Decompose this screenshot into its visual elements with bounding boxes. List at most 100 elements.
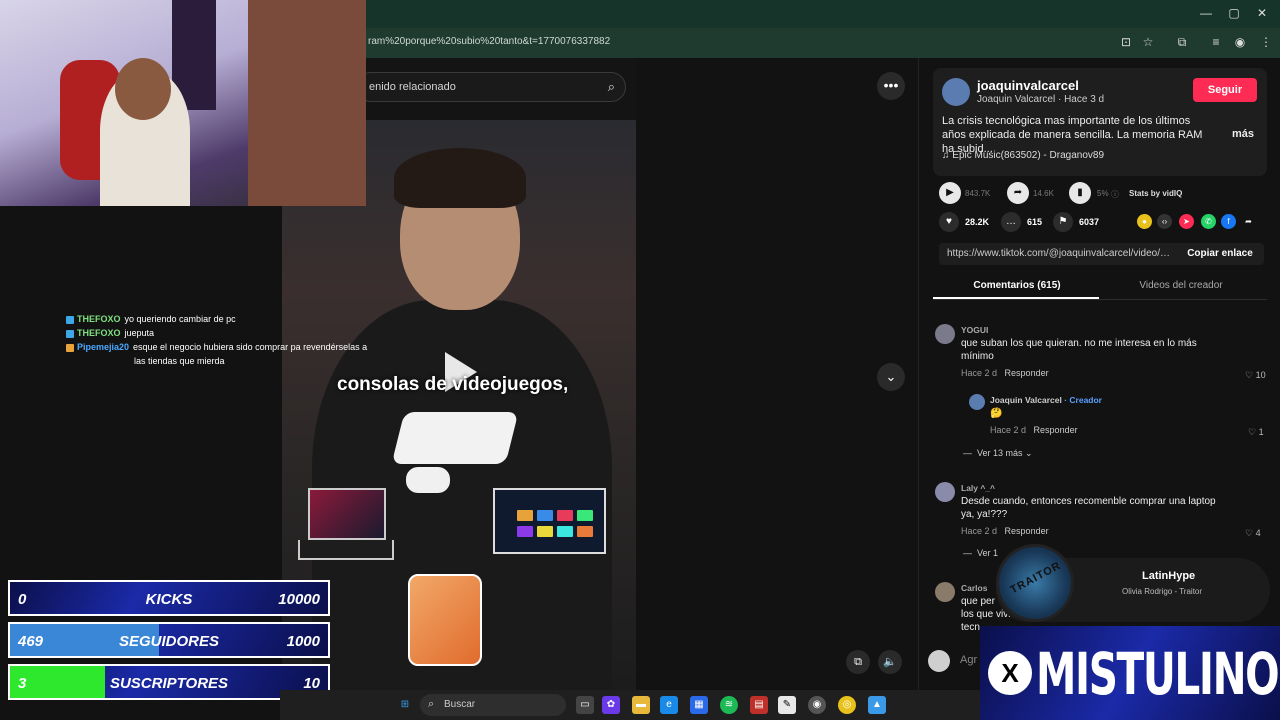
comment-bubble-icon[interactable]: … xyxy=(1001,212,1021,232)
view-more-replies[interactable]: — Ver 1 xyxy=(963,548,998,558)
comment-like-count: 10 xyxy=(1255,370,1266,380)
commenter-avatar[interactable] xyxy=(935,582,955,602)
spotify-icon[interactable]: ≋ xyxy=(720,696,738,714)
heart-outline-icon[interactable]: ♡ xyxy=(1245,370,1256,380)
widgets-icon[interactable]: ✿ xyxy=(602,696,620,714)
taskbar-search-label[interactable]: Buscar xyxy=(444,699,475,710)
tv-tile xyxy=(537,510,553,521)
laptop-image xyxy=(308,488,386,540)
minimize-icon[interactable]: — xyxy=(1196,6,1216,20)
comment-meta: Hace 2 d Responder xyxy=(961,367,1231,380)
copy-link-button[interactable]: Copiar enlace xyxy=(1176,243,1264,265)
console-image xyxy=(391,412,519,464)
commenter-avatar[interactable] xyxy=(935,482,955,502)
maximize-icon[interactable]: ▢ xyxy=(1224,6,1244,20)
share-link-box[interactable]: https://www.tiktok.com/@joaquinvalcarcel… xyxy=(939,243,1264,265)
heart-outline-icon[interactable]: ♡ xyxy=(1248,427,1259,437)
extensions-icon[interactable]: ⧉ xyxy=(1174,35,1190,50)
notepad-icon[interactable]: ✎ xyxy=(778,696,796,714)
vidiq-stats: ▶ 843.7K ➦ 14.6K ▮ 5% ⓘ Stats by vidIQ xyxy=(937,182,1267,206)
url-text[interactable]: ram%20porque%20subio%20tanto&t=177007633… xyxy=(368,36,610,47)
goal-bars: 0 KICKS 10000 469 SEGUIDORES 1000 3 SUSC… xyxy=(8,580,330,706)
facebook-icon[interactable]: f xyxy=(1221,214,1236,229)
taskbar-search[interactable]: ⌕ Buscar xyxy=(420,694,566,716)
tv-tile xyxy=(577,526,593,537)
obs-icon[interactable]: ◉ xyxy=(808,696,826,714)
view-more-replies[interactable]: — Ver 13 más ⌄ xyxy=(963,448,1033,459)
reply-button[interactable]: Responder xyxy=(1005,526,1049,536)
chat-message: THEFOXO jueputa xyxy=(66,326,396,340)
reply-meta: Hace 2 d Responder xyxy=(990,424,1230,437)
media-control-icon[interactable]: ≡ xyxy=(1208,35,1224,49)
menu-kebab-icon[interactable]: ⋮ xyxy=(1258,35,1274,49)
goal-label: SEGUIDORES xyxy=(118,633,220,650)
reply-username[interactable]: Joaquin Valcarcel xyxy=(990,395,1062,405)
view-more-label[interactable]: Ver 1 xyxy=(977,548,998,558)
app-icon[interactable]: ▤ xyxy=(750,696,768,714)
view-more-label[interactable]: Ver 13 más xyxy=(977,448,1023,458)
file-explorer-icon[interactable]: ▬ xyxy=(632,696,650,714)
author-avatar[interactable] xyxy=(942,78,970,106)
reply-like[interactable]: ♡ 1 xyxy=(1248,427,1264,438)
save-count: 6037 xyxy=(1079,217,1100,227)
send-icon[interactable]: ➤ xyxy=(1179,214,1194,229)
reply-button[interactable]: Responder xyxy=(1005,368,1049,378)
goal-bar-followers: 469 SEGUIDORES 1000 xyxy=(8,622,330,658)
comment-like[interactable]: ♡ 4 xyxy=(1245,528,1261,539)
volume-icon[interactable]: 🔈 xyxy=(878,650,902,674)
close-icon[interactable]: ✕ xyxy=(1252,6,1272,20)
chrome-icon[interactable]: ◎ xyxy=(838,696,856,714)
more-options-button[interactable]: ••• xyxy=(877,72,905,100)
comment-username[interactable]: Laly ^_^ xyxy=(961,482,1241,495)
tab-creator-videos[interactable]: Videos del creador xyxy=(1099,280,1263,291)
creator-avatar[interactable] xyxy=(969,394,985,410)
comment-like-count: 4 xyxy=(1255,528,1261,538)
next-video-button[interactable]: ⌄ xyxy=(877,363,905,391)
info-icon[interactable]: ⓘ xyxy=(1111,189,1119,200)
tab-comments[interactable]: Comentarios (615) xyxy=(935,280,1099,291)
music-title[interactable]: Epic Music(863502) - Draganov89 xyxy=(952,150,1104,161)
share-arrow-icon[interactable]: ➦ xyxy=(1241,214,1256,229)
author-handle[interactable]: joaquinvalcarcel xyxy=(977,78,1079,93)
photos-icon[interactable]: ▲ xyxy=(868,696,886,714)
install-app-icon[interactable]: ⊡ xyxy=(1118,35,1134,49)
search-input[interactable]: enido relacionado xyxy=(369,81,456,93)
more-link[interactable]: más xyxy=(1232,128,1254,140)
search-bar[interactable]: enido relacionado ⌕ xyxy=(356,72,626,102)
curtain xyxy=(248,0,366,206)
comment-username[interactable]: YOGUI xyxy=(961,324,1231,337)
store-icon[interactable]: ▦ xyxy=(690,696,708,714)
share-link-url[interactable]: https://www.tiktok.com/@joaquinvalcarcel… xyxy=(947,248,1171,259)
phone-image xyxy=(408,574,482,666)
embed-code-icon[interactable]: ‹› xyxy=(1157,214,1172,229)
task-view-icon[interactable]: ▭ xyxy=(576,696,594,714)
share-count: 14.6K xyxy=(1033,189,1054,198)
comment-item: YOGUI que suban los que quieran. no me i… xyxy=(961,324,1231,380)
whatsapp-icon[interactable]: ✆ xyxy=(1201,214,1216,229)
commenter-avatar[interactable] xyxy=(935,324,955,344)
comment-input-row[interactable]: Agr xyxy=(928,650,980,674)
coin-icon[interactable]: ● xyxy=(1137,214,1152,229)
bar-stats-icon: ▮ xyxy=(1069,182,1091,204)
floating-player-icon[interactable]: ⧉ xyxy=(846,650,870,674)
music-info[interactable]: ♫ Epic Music(863502) - Draganov89 xyxy=(942,150,1104,161)
bookmark-star-icon[interactable]: ☆ xyxy=(1140,35,1156,49)
share-count-icon: ➦ xyxy=(1007,182,1029,204)
bookmark-icon[interactable]: ⚑ xyxy=(1053,212,1073,232)
windows-taskbar: ⊞ ⌕ Buscar ▭ ✿ ▬ e ▦ ≋ ▤ ✎ ◉ ◎ ▲ xyxy=(280,690,980,720)
reply-button[interactable]: Responder xyxy=(1034,425,1078,435)
chat-text: yo queriendo cambiar de pc xyxy=(124,314,236,324)
follow-button[interactable]: Seguir xyxy=(1193,78,1257,102)
heart-outline-icon[interactable]: ♡ xyxy=(1245,528,1256,538)
comment-count: 615 xyxy=(1027,217,1043,227)
windows-start-icon[interactable]: ⊞ xyxy=(396,696,414,714)
stats-by-label[interactable]: Stats by vidIQ xyxy=(1129,189,1182,198)
reply-item: Joaquin Valcarcel · Creador 🤔 Hace 2 d R… xyxy=(990,394,1230,437)
profile-avatar-icon[interactable]: ◉ xyxy=(1232,35,1248,49)
edge-icon[interactable]: e xyxy=(660,696,678,714)
search-icon[interactable]: ⌕ xyxy=(608,79,615,95)
like-heart-icon[interactable]: ♥ xyxy=(939,212,959,232)
reply-text: 🤔 xyxy=(990,408,1003,419)
comment-like[interactable]: ♡ 10 xyxy=(1245,370,1266,381)
comment-input[interactable]: Agr xyxy=(960,654,977,666)
